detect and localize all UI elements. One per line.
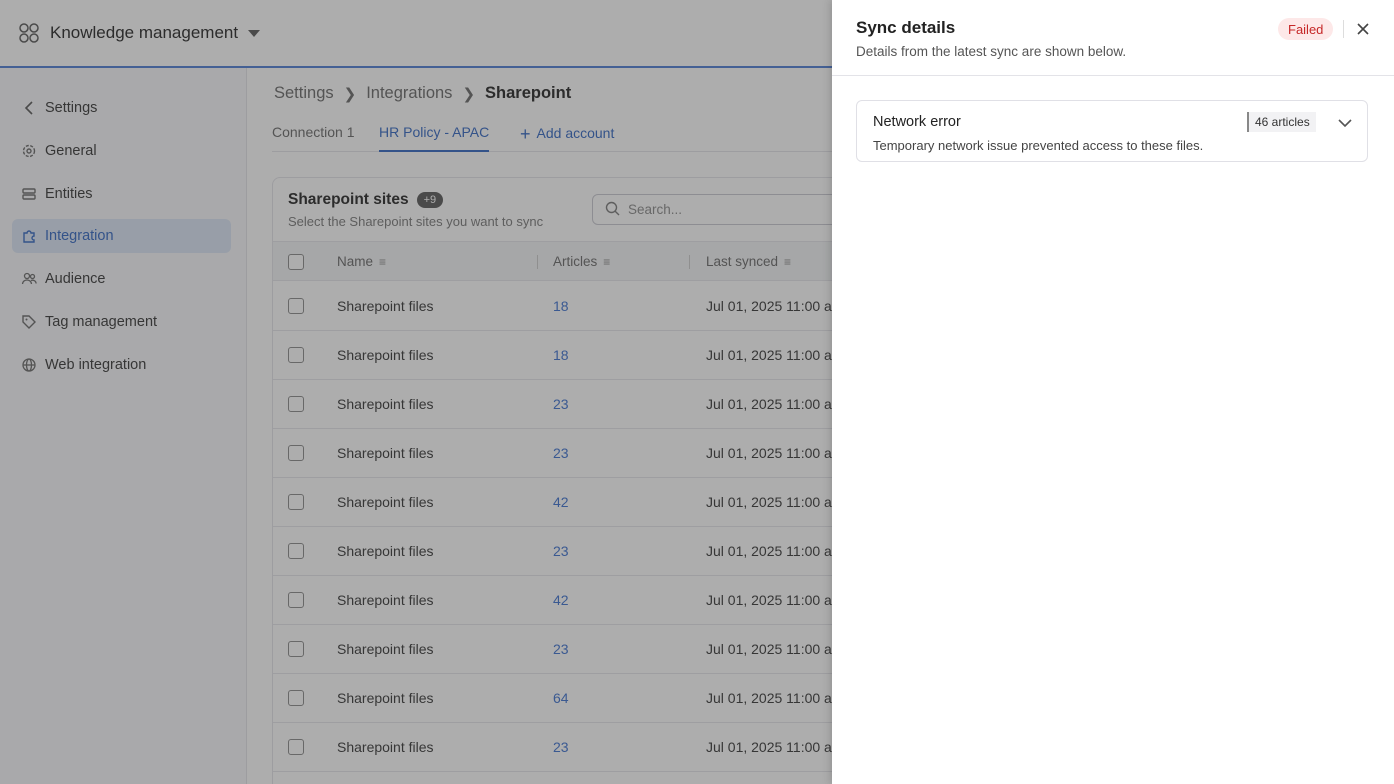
status-badge: Failed [1278, 18, 1334, 40]
drawer-header: Sync details Details from the latest syn… [832, 0, 1394, 76]
close-icon [1357, 23, 1369, 35]
error-title: Network error [873, 114, 961, 130]
header-divider [1343, 20, 1344, 38]
close-button[interactable] [1352, 18, 1374, 40]
error-count-badge: 46 articles [1247, 112, 1316, 132]
error-group[interactable]: Network error 46 articles Temporary netw… [856, 100, 1368, 162]
chevron-down-icon[interactable] [1335, 113, 1355, 133]
drawer-subtitle: Details from the latest sync are shown b… [856, 44, 1127, 59]
sync-details-drawer: Sync details Details from the latest syn… [832, 0, 1394, 784]
drawer-title: Sync details [856, 18, 956, 37]
error-description: Temporary network issue prevented access… [873, 138, 1204, 153]
modal-backdrop[interactable] [0, 0, 832, 784]
